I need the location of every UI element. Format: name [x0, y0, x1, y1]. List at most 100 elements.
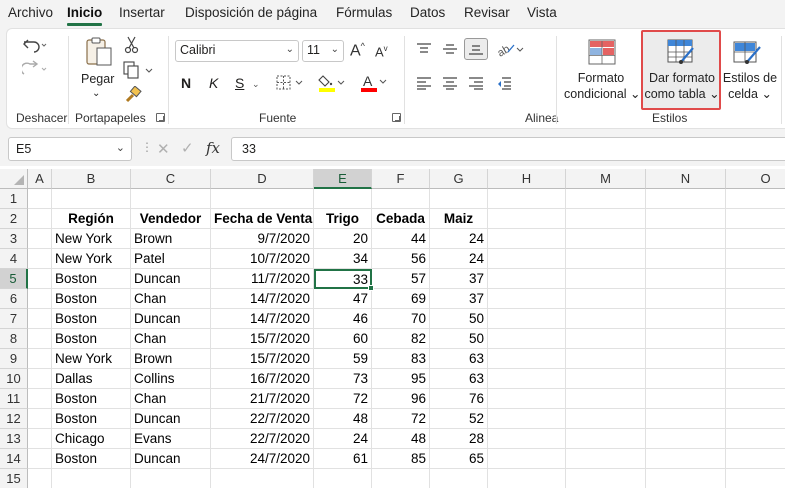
cell-f10[interactable]: 95 [372, 369, 430, 389]
cell-g11[interactable]: 76 [430, 389, 488, 409]
cell-b10[interactable]: Dallas [52, 369, 131, 389]
align-right-icon[interactable] [468, 76, 484, 93]
name-box[interactable]: E5 ⌄ [8, 137, 132, 161]
table-header-cell[interactable]: Fecha de Venta [211, 209, 314, 229]
conditional-format-icon[interactable] [588, 38, 616, 69]
cell-a4[interactable] [28, 249, 52, 269]
format-as-table-label-2[interactable]: como tabla ⌄ [643, 86, 721, 102]
cell-d8[interactable]: 15/7/2020 [211, 329, 314, 349]
cell-b12[interactable]: Boston [52, 409, 131, 429]
formula-input[interactable]: 33 [231, 137, 785, 161]
cancel-icon[interactable]: ✕ [157, 140, 170, 158]
cell-o11[interactable] [726, 389, 785, 409]
cell-o9[interactable] [726, 349, 785, 369]
cell-e3[interactable]: 20 [314, 229, 372, 249]
align-top-icon[interactable] [416, 42, 432, 59]
cell-b9[interactable]: New York [52, 349, 131, 369]
row-header-8[interactable]: 8 [0, 329, 28, 349]
column-header-n[interactable]: N [646, 169, 726, 189]
row-header-14[interactable]: 14 [0, 449, 28, 469]
cell-h10[interactable] [488, 369, 566, 389]
cell-m3[interactable] [566, 229, 646, 249]
column-header-f[interactable]: F [372, 169, 430, 189]
row-header-7[interactable]: 7 [0, 309, 28, 329]
cell-b3[interactable]: New York [52, 229, 131, 249]
cell-d5[interactable]: 11/7/2020 [211, 269, 314, 289]
paste-dropdown-arrow-icon[interactable]: ⌄ [92, 86, 100, 102]
cell-m15[interactable] [566, 469, 646, 488]
cell-g6[interactable]: 37 [430, 289, 488, 309]
cell-o1[interactable] [726, 189, 785, 209]
cell-d13[interactable]: 22/7/2020 [211, 429, 314, 449]
cell-h8[interactable] [488, 329, 566, 349]
format-as-table-icon[interactable] [667, 38, 697, 69]
cell-n13[interactable] [646, 429, 726, 449]
cell-d12[interactable]: 22/7/2020 [211, 409, 314, 429]
row-header-5[interactable]: 5 [0, 269, 28, 289]
fill-color-icon[interactable] [318, 73, 348, 96]
cell-e13[interactable]: 24 [314, 429, 372, 449]
cell-f6[interactable]: 69 [372, 289, 430, 309]
column-header-b[interactable]: B [52, 169, 131, 189]
cell-styles-label-2[interactable]: celda ⌄ [722, 86, 778, 102]
cell-c9[interactable]: Brown [131, 349, 211, 369]
cell-b13[interactable]: Chicago [52, 429, 131, 449]
cell-c15[interactable] [131, 469, 211, 488]
cell-n5[interactable] [646, 269, 726, 289]
cell-h2[interactable] [488, 209, 566, 229]
cell-m5[interactable] [566, 269, 646, 289]
cell-m10[interactable] [566, 369, 646, 389]
cell-a9[interactable] [28, 349, 52, 369]
cell-d15[interactable] [211, 469, 314, 488]
row-header-11[interactable]: 11 [0, 389, 28, 409]
cell-b15[interactable] [52, 469, 131, 488]
cell-b5[interactable]: Boston [52, 269, 131, 289]
active-cell[interactable]: 33 [314, 269, 372, 289]
cell-f7[interactable]: 70 [372, 309, 430, 329]
cell-g3[interactable]: 24 [430, 229, 488, 249]
row-header-13[interactable]: 13 [0, 429, 28, 449]
cell-e10[interactable]: 73 [314, 369, 372, 389]
cell-h3[interactable] [488, 229, 566, 249]
bold-button[interactable]: N [181, 75, 191, 91]
table-header-cell[interactable]: Cebada [372, 209, 430, 229]
cell-m4[interactable] [566, 249, 646, 269]
column-header-g[interactable]: G [430, 169, 488, 189]
align-left-icon[interactable] [416, 76, 432, 93]
row-header-15[interactable]: 15 [0, 469, 28, 488]
cell-m2[interactable] [566, 209, 646, 229]
cell-o15[interactable] [726, 469, 785, 488]
grow-font-icon[interactable]: A^ [350, 41, 365, 60]
cell-h6[interactable] [488, 289, 566, 309]
cell-e6[interactable]: 47 [314, 289, 372, 309]
format-painter-icon[interactable] [124, 85, 142, 107]
cell-f5[interactable]: 57 [372, 269, 430, 289]
cell-f9[interactable]: 83 [372, 349, 430, 369]
cell-n10[interactable] [646, 369, 726, 389]
cell-o12[interactable] [726, 409, 785, 429]
cell-m9[interactable] [566, 349, 646, 369]
cell-m1[interactable] [566, 189, 646, 209]
cell-n11[interactable] [646, 389, 726, 409]
cell-a15[interactable] [28, 469, 52, 488]
cell-o4[interactable] [726, 249, 785, 269]
tab-vista[interactable]: Vista [527, 5, 557, 20]
cell-g8[interactable]: 50 [430, 329, 488, 349]
orientation-icon[interactable]: ab [495, 40, 526, 61]
cell-m7[interactable] [566, 309, 646, 329]
cell-n4[interactable] [646, 249, 726, 269]
cell-h11[interactable] [488, 389, 566, 409]
cell-n15[interactable] [646, 469, 726, 488]
cell-h13[interactable] [488, 429, 566, 449]
chevron-down-icon[interactable]: ⌄ [116, 141, 125, 154]
cell-f11[interactable]: 96 [372, 389, 430, 409]
tab-archivo[interactable]: Archivo [8, 5, 53, 20]
cell-f12[interactable]: 72 [372, 409, 430, 429]
cell-e11[interactable]: 72 [314, 389, 372, 409]
cell-m13[interactable] [566, 429, 646, 449]
cell-h12[interactable] [488, 409, 566, 429]
drag-handle-icon[interactable]: ⋮ [141, 140, 153, 154]
tab-disposicion[interactable]: Disposición de página [185, 5, 317, 20]
table-header-cell[interactable]: Vendedor [131, 209, 211, 229]
cell-styles-icon[interactable] [733, 38, 763, 69]
